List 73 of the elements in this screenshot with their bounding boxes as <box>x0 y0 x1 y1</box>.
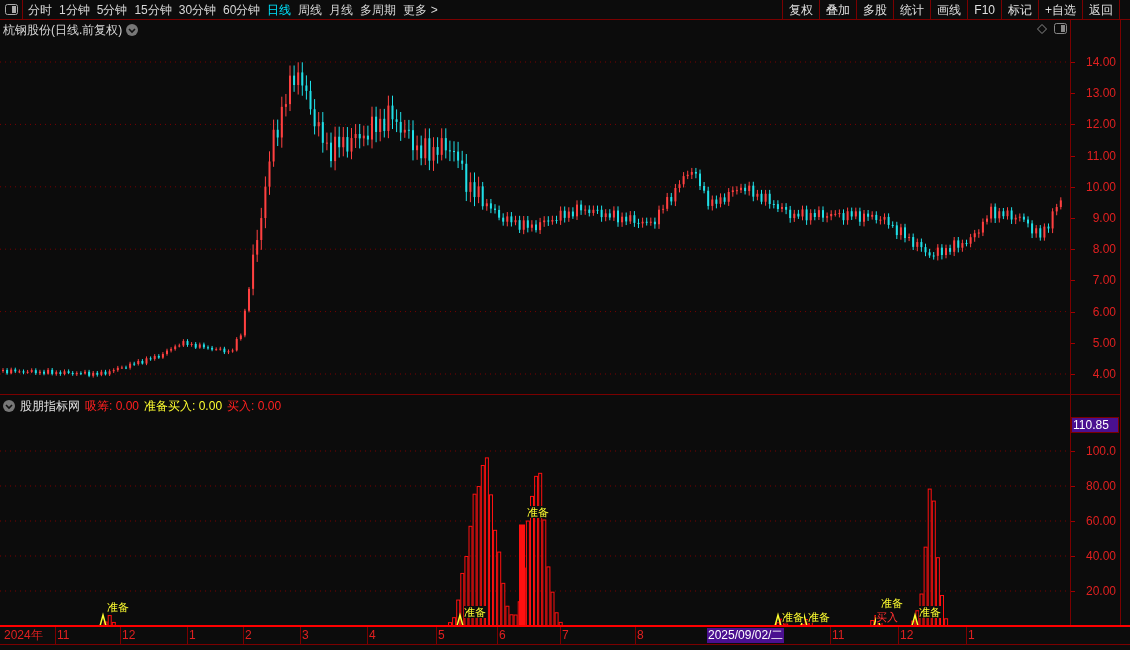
period-tab[interactable]: 15分钟 <box>134 0 172 19</box>
toolbar-button[interactable]: 画线 <box>930 0 968 19</box>
toolbar-button[interactable]: 叠加 <box>819 0 857 19</box>
axis-label: 11 <box>57 628 70 643</box>
axis-label: 2 <box>245 628 252 643</box>
axis-label: 80.00 <box>1085 479 1116 493</box>
current-value-label: 110.85 <box>1071 417 1119 433</box>
axis-label: 11 <box>832 628 845 643</box>
period-tab[interactable]: 月线 <box>329 0 354 19</box>
axis-label: 9.00 <box>1092 211 1116 225</box>
toolbar-button[interactable]: 统计 <box>893 0 931 19</box>
axis-label: 3 <box>302 628 309 643</box>
period-tab[interactable]: 多周期 <box>360 0 397 19</box>
axis-label: 40.00 <box>1085 549 1116 563</box>
signal-label: 准备 <box>881 597 903 609</box>
axis-label: 6.00 <box>1092 304 1116 319</box>
axis-label: 11.00 <box>1086 148 1116 163</box>
signal-label: 准备 <box>464 606 486 618</box>
period-tab[interactable]: 60分钟 <box>223 0 261 19</box>
period-tab[interactable]: 周线 <box>298 0 323 19</box>
axis-label: 1 <box>968 628 975 643</box>
axis-label: 20.00 <box>1085 584 1116 598</box>
signal-label: 准备 <box>107 601 129 613</box>
axis-label: 100.0 <box>1085 444 1116 458</box>
period-tab[interactable]: 更多 > <box>403 0 438 19</box>
signal-marker <box>456 612 464 625</box>
axis-label: 8.00 <box>1092 242 1116 257</box>
axis-label: 1 <box>189 628 196 643</box>
chart-title: 杭钢股份(日线.前复权) <box>3 22 123 39</box>
axis-label: 8 <box>637 628 644 643</box>
period-tab[interactable]: 30分钟 <box>178 0 217 19</box>
toolbar-button[interactable]: 复权 <box>782 0 820 19</box>
axis-label: 12 <box>900 628 914 643</box>
signal-label: 准备 <box>782 611 804 623</box>
axis-label: 12 <box>122 628 136 643</box>
axis-label: 7.00 <box>1092 273 1116 288</box>
indicator-name: 股朋指标网 <box>20 398 80 415</box>
dropdown-icon[interactable] <box>3 400 15 412</box>
toolbar-button[interactable]: F10 <box>967 0 1001 19</box>
toolbar-button[interactable]: 多股 <box>856 0 894 19</box>
toolbar-button[interactable]: 标记 <box>1001 0 1038 19</box>
period-tab[interactable]: 1分钟 <box>59 0 90 19</box>
signal-marker <box>99 612 107 625</box>
period-tab[interactable]: 日线 <box>267 0 292 19</box>
legend-value: 吸筹: 0.00 <box>85 398 140 415</box>
signal-label: 准备 <box>527 506 549 518</box>
panel-toggle-icon[interactable] <box>4 4 18 15</box>
toolbar-button[interactable]: 返回 <box>1082 0 1120 19</box>
signal-marker <box>911 612 919 625</box>
axis-label: 6 <box>499 628 506 643</box>
dropdown-icon[interactable] <box>126 24 139 36</box>
legend-value: 准备买入: 0.00 <box>144 398 223 415</box>
axis-label: 10.00 <box>1085 179 1116 194</box>
axis-label: 4.00 <box>1092 367 1116 381</box>
axis-label: 5 <box>438 628 445 643</box>
legend-value: 买入: 0.00 <box>227 398 282 415</box>
period-tab[interactable]: 分时 <box>28 0 52 19</box>
signal-marker <box>774 612 782 625</box>
axis-label: 12.00 <box>1085 117 1116 132</box>
signal-label: 准备 <box>919 606 941 618</box>
axis-label: 14.00 <box>1085 55 1116 69</box>
axis-label: 4 <box>369 628 376 643</box>
toolbar-button[interactable]: +自选 <box>1038 0 1082 19</box>
axis-label: 2024年 <box>4 628 43 643</box>
axis-label: 5.00 <box>1092 335 1116 350</box>
date-cursor-label: 2025/09/02/二 <box>707 628 785 643</box>
axis-label: 13.00 <box>1085 86 1116 101</box>
axis-label: 7 <box>562 628 569 643</box>
axis-label: 60.00 <box>1085 514 1116 528</box>
period-tab[interactable]: 5分钟 <box>96 0 128 19</box>
panel-toggle-icon[interactable] <box>1054 23 1067 34</box>
signal-label: 准备 <box>808 611 830 623</box>
signal-label: 买入 <box>876 611 898 623</box>
